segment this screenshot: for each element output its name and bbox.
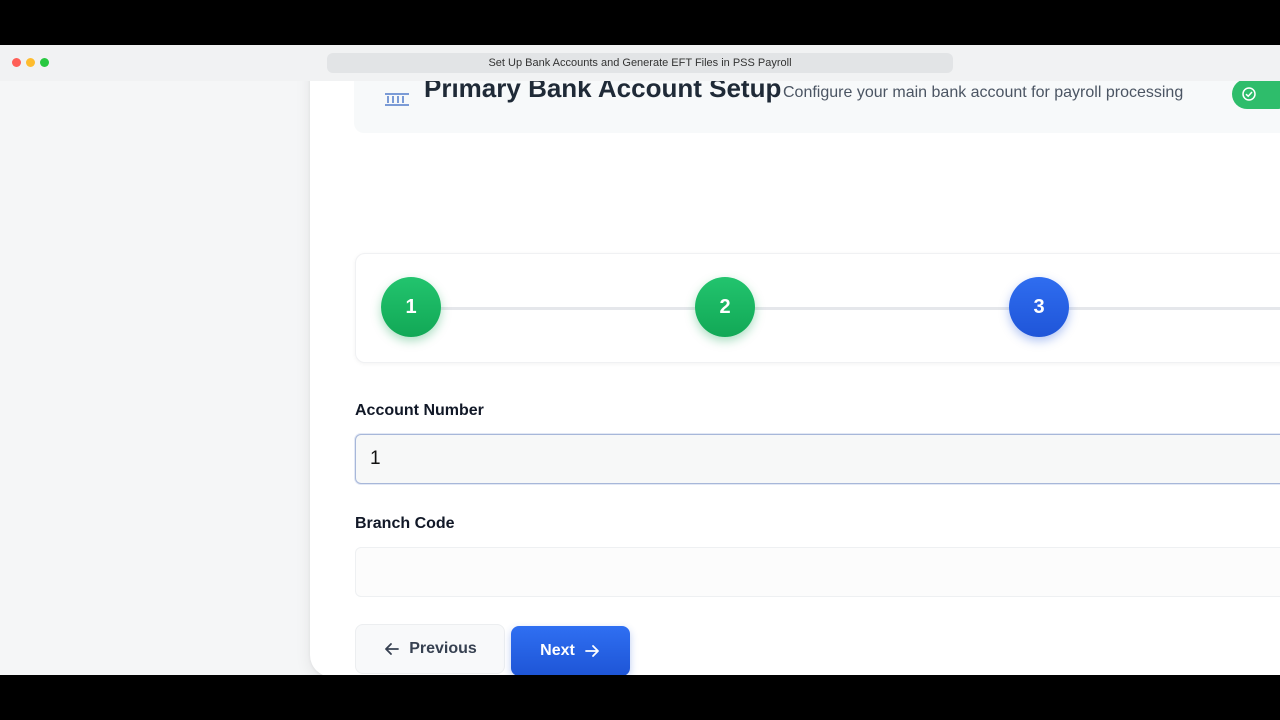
branch-code-label: Branch Code [355,515,455,532]
card-header: Primary Bank Account Setup Configure you… [354,81,1280,133]
step-3[interactable]: 3 [1009,277,1069,337]
letterbox-top [0,0,1280,45]
branch-code-input[interactable] [355,547,1280,597]
next-button-label: Next [540,642,575,659]
page-title: Primary Bank Account Setup [424,81,782,103]
status-badge [1232,81,1280,109]
stepper-track [411,307,1280,310]
page-viewport: Primary Bank Account Setup Configure you… [0,81,1280,675]
previous-button[interactable]: Previous [355,624,505,674]
step-1[interactable]: 1 [381,277,441,337]
step-2[interactable]: 2 [695,277,755,337]
account-number-label: Account Number [355,402,484,419]
check-circle-icon [1242,87,1256,101]
minimize-window-button[interactable] [26,58,35,67]
letterbox-bottom [0,675,1280,720]
arrow-left-icon [385,643,400,655]
arrow-right-icon [584,645,599,657]
next-button[interactable]: Next [511,626,630,675]
title-bar: Set Up Bank Accounts and Generate EFT Fi… [0,45,1280,82]
page-subtitle: Configure your main bank account for pay… [783,84,1184,101]
browser-window: Set Up Bank Accounts and Generate EFT Fi… [0,45,1280,675]
maximize-window-button[interactable] [40,58,49,67]
account-number-input[interactable] [355,434,1280,484]
bank-icon [385,93,409,106]
progress-stepper: 1 2 3 [355,253,1280,363]
close-window-button[interactable] [12,58,21,67]
previous-button-label: Previous [409,640,477,657]
setup-card: Primary Bank Account Setup Configure you… [310,81,1280,675]
address-bar[interactable]: Set Up Bank Accounts and Generate EFT Fi… [327,53,953,73]
